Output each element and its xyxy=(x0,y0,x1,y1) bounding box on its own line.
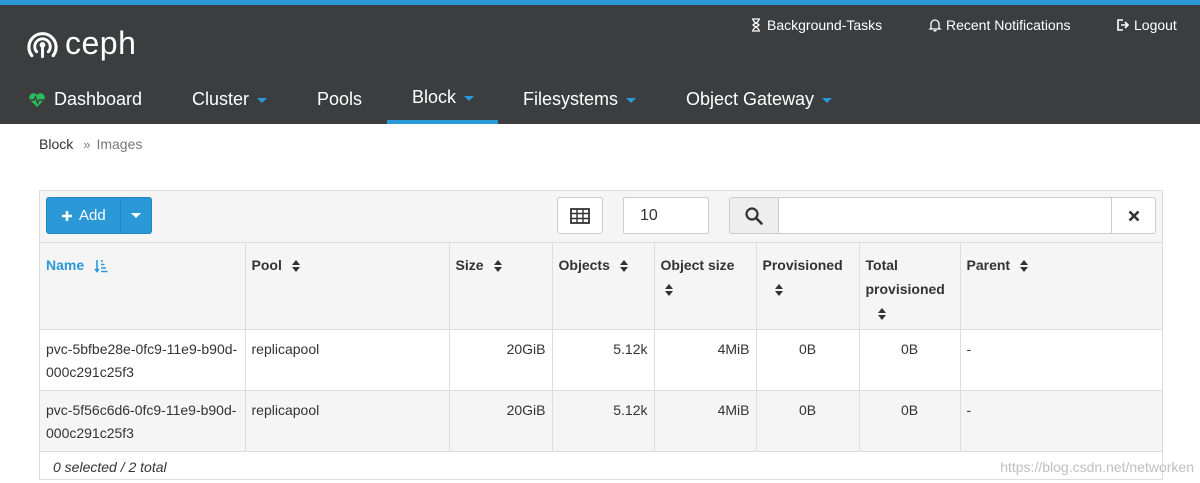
sort-icon xyxy=(493,260,502,273)
add-dropdown-toggle[interactable] xyxy=(120,198,151,233)
column-header-pool[interactable]: Pool xyxy=(245,243,450,330)
breadcrumb-parent[interactable]: Block xyxy=(39,136,73,152)
cell-parent: - xyxy=(960,329,1162,391)
cell-provisioned: 0B xyxy=(756,329,860,391)
column-header-size[interactable]: Size xyxy=(449,243,553,330)
sort-amount-down-icon xyxy=(94,260,108,274)
notifications-label: Recent Notifications xyxy=(946,17,1071,33)
column-toggle-button[interactable] xyxy=(557,197,603,234)
nav-pools-label: Pools xyxy=(317,89,363,109)
hourglass-icon xyxy=(752,18,760,32)
cell-total-provisioned: 0B xyxy=(859,390,961,452)
nav-block[interactable]: Block xyxy=(387,75,498,124)
table-header-row: Name Pool Size Objects Object size Provi… xyxy=(40,243,1162,330)
brand-logo-link[interactable]: ceph xyxy=(26,25,136,61)
sort-icon xyxy=(619,260,628,273)
brand-name: ceph xyxy=(65,25,137,61)
background-tasks-link[interactable]: Background-Tasks xyxy=(749,17,882,33)
column-header-label: Objects xyxy=(558,257,610,273)
table-row[interactable]: pvc-5f56c6d6-0fc9-11e9-b90d-000c291c25f3… xyxy=(40,390,1162,452)
search-icon xyxy=(745,206,763,225)
table-footer-selection: 0 selected / 2 total xyxy=(53,459,167,475)
notifications-link[interactable]: Recent Notifications xyxy=(928,17,1071,33)
column-header-label: Name xyxy=(46,257,85,273)
cell-total-provisioned: 0B xyxy=(859,329,961,391)
nav-pools[interactable]: Pools xyxy=(317,75,362,124)
background-tasks-label: Background-Tasks xyxy=(767,17,883,33)
cell-pool: replicapool xyxy=(245,390,450,452)
nav-cluster-label: Cluster xyxy=(192,89,250,109)
bell-icon xyxy=(928,19,942,32)
nav-object-gateway[interactable]: Object Gateway xyxy=(686,75,833,124)
column-header-object-size[interactable]: Object size xyxy=(654,243,757,330)
nav-filesystems[interactable]: Filesystems xyxy=(523,75,637,124)
caret-down-icon xyxy=(257,98,268,103)
nav-filesystems-label: Filesystems xyxy=(523,89,619,109)
logout-link[interactable]: Logout xyxy=(1116,17,1177,33)
nav-block-label: Block xyxy=(412,87,457,107)
nav-object-gateway-label: Object Gateway xyxy=(686,89,815,109)
cell-pool: replicapool xyxy=(245,329,450,391)
breadcrumb-separator-icon: » xyxy=(83,136,91,152)
cell-provisioned: 0B xyxy=(756,390,860,452)
column-header-objects[interactable]: Objects xyxy=(552,243,655,330)
page-limit-input[interactable] xyxy=(623,197,709,234)
column-header-total-provisioned[interactable]: Total provisioned xyxy=(859,243,961,330)
nav-dashboard-label: Dashboard xyxy=(54,89,143,109)
column-header-label: Provisioned xyxy=(762,257,843,273)
sort-icon xyxy=(877,308,886,321)
images-table-panel: Add 10 Name Pool Size Objects Object siz… xyxy=(39,190,1163,480)
heartbeat-icon xyxy=(29,92,45,107)
caret-down-icon xyxy=(464,96,475,101)
breadcrumb-current: Images xyxy=(96,136,143,152)
search-input[interactable] xyxy=(779,197,1112,234)
search-icon-addon xyxy=(729,197,779,234)
logout-label: Logout xyxy=(1134,17,1177,33)
images-table: Name Pool Size Objects Object size Provi… xyxy=(40,243,1162,452)
add-button-label: Add xyxy=(79,207,106,224)
ceph-logo-icon xyxy=(27,32,58,59)
sort-icon xyxy=(664,284,673,297)
navbar: ceph Background-Tasks Recent Notificatio… xyxy=(0,5,1200,124)
nav-dashboard[interactable]: Dashboard xyxy=(28,75,142,124)
watermark: https://blog.csdn.net/networken xyxy=(1000,459,1194,475)
sort-icon xyxy=(1020,260,1029,273)
sort-icon xyxy=(291,260,300,273)
cell-size: 20GiB xyxy=(449,390,553,452)
cell-object-size: 4MiB xyxy=(654,329,757,391)
breadcrumb: Block » Images xyxy=(39,136,142,152)
column-header-label: Total provisioned xyxy=(865,257,945,297)
column-header-label: Object size xyxy=(660,257,735,273)
cell-parent: - xyxy=(960,390,1162,452)
column-header-name[interactable]: Name xyxy=(40,243,246,330)
column-header-label: Pool xyxy=(251,257,282,273)
caret-down-icon xyxy=(626,98,637,103)
clear-search-button[interactable] xyxy=(1112,197,1156,234)
plus-icon xyxy=(62,210,72,221)
add-button[interactable]: Add xyxy=(47,198,120,233)
caret-down-icon xyxy=(131,213,141,218)
column-header-label: Size xyxy=(455,257,484,273)
sort-icon xyxy=(774,284,783,297)
nav-cluster[interactable]: Cluster xyxy=(192,75,268,124)
search-group xyxy=(729,197,1156,234)
cell-size: 20GiB xyxy=(449,329,553,391)
cell-object-size: 4MiB xyxy=(654,390,757,452)
column-header-parent[interactable]: Parent xyxy=(960,243,1162,330)
close-icon xyxy=(1128,210,1139,221)
column-header-provisioned[interactable]: Provisioned xyxy=(756,243,860,330)
cell-objects: 5.12k xyxy=(552,390,655,452)
cell-name: pvc-5bfbe28e-0fc9-11e9-b90d-000c291c25f3 xyxy=(40,329,246,391)
sign-out-icon xyxy=(1117,19,1130,31)
column-header-label: Parent xyxy=(966,257,1011,273)
cell-name: pvc-5f56c6d6-0fc9-11e9-b90d-000c291c25f3 xyxy=(40,390,246,452)
add-button-group: Add xyxy=(46,197,152,234)
caret-down-icon xyxy=(822,98,833,103)
cell-objects: 5.12k xyxy=(552,329,655,391)
table-row[interactable]: pvc-5bfbe28e-0fc9-11e9-b90d-000c291c25f3… xyxy=(40,329,1162,391)
table-toolbar: Add xyxy=(40,191,1162,243)
table-grid-icon xyxy=(570,207,590,224)
